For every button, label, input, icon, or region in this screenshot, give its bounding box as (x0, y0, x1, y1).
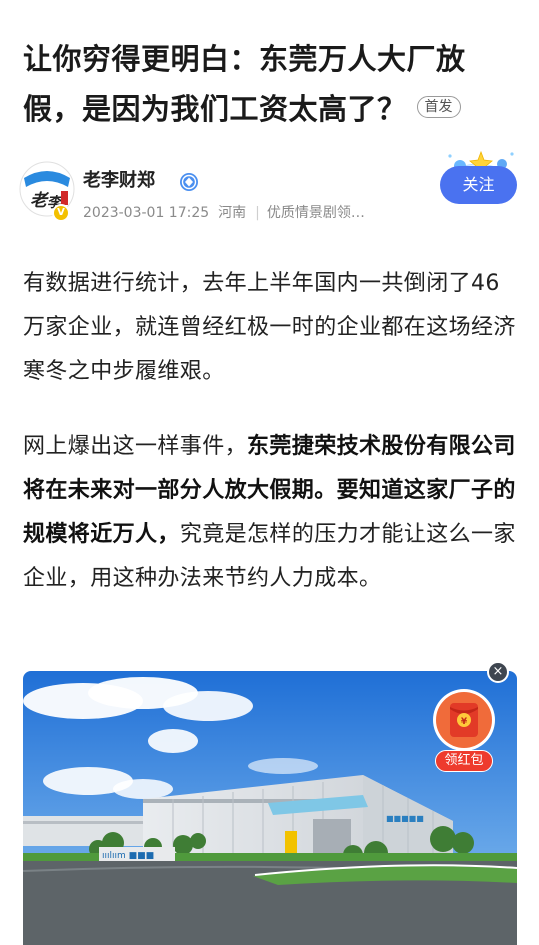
author-avatar[interactable]: 老 李 V (18, 160, 76, 222)
paragraph-2: 网上爆出这一样事件，东莞捷荣技术股份有限公司将在未来对一部分人放大假期。要知道这… (23, 425, 519, 601)
paragraph-1: 有数据进行统计，去年上半年国内一共倒闭了46万家企业，就连曾经红极一时的企业都在… (23, 271, 516, 384)
author-name[interactable]: 老李财郑 (83, 169, 155, 193)
article-title-text: 让你穷得更明白：东莞万人大厂放假，是因为我们工资太高了？ (23, 42, 466, 126)
svg-text:¥: ¥ (461, 717, 468, 727)
meta-divider: | (255, 205, 260, 221)
vip-badge-icon: V (52, 204, 70, 222)
follow-area: 关注 (432, 148, 524, 218)
red-packet-button[interactable]: ¥ 领红包 (431, 687, 497, 777)
verified-icon (180, 173, 198, 191)
red-packet-label: 领红包 (435, 750, 493, 772)
author-bar: 老 李 V 老李财郑 2023-03-01 17:25 河南 | 优质情景剧领… 关注 (18, 150, 523, 230)
publish-location: 河南 (218, 205, 247, 221)
publish-date: 2023-03-01 17:25 (83, 205, 210, 221)
svg-text:■■■■■: ■■■■■ (386, 814, 424, 823)
paragraph-2-lead: 网上爆出这一样事件， (23, 434, 248, 459)
follow-button[interactable]: 关注 (440, 166, 517, 204)
red-packet-icon: ¥ (433, 689, 495, 751)
svg-text:ııılıım ■■■: ııılıım ■■■ (102, 851, 154, 861)
author-meta: 2023-03-01 17:25 河南 | 优质情景剧领… (83, 203, 413, 223)
author-tag: 优质情景剧领… (266, 205, 365, 221)
close-ad-button[interactable]: × (487, 661, 509, 683)
article-title: 让你穷得更明白：东莞万人大厂放假，是因为我们工资太高了？ 首发 (23, 34, 519, 134)
first-publish-badge: 首发 (416, 96, 461, 118)
